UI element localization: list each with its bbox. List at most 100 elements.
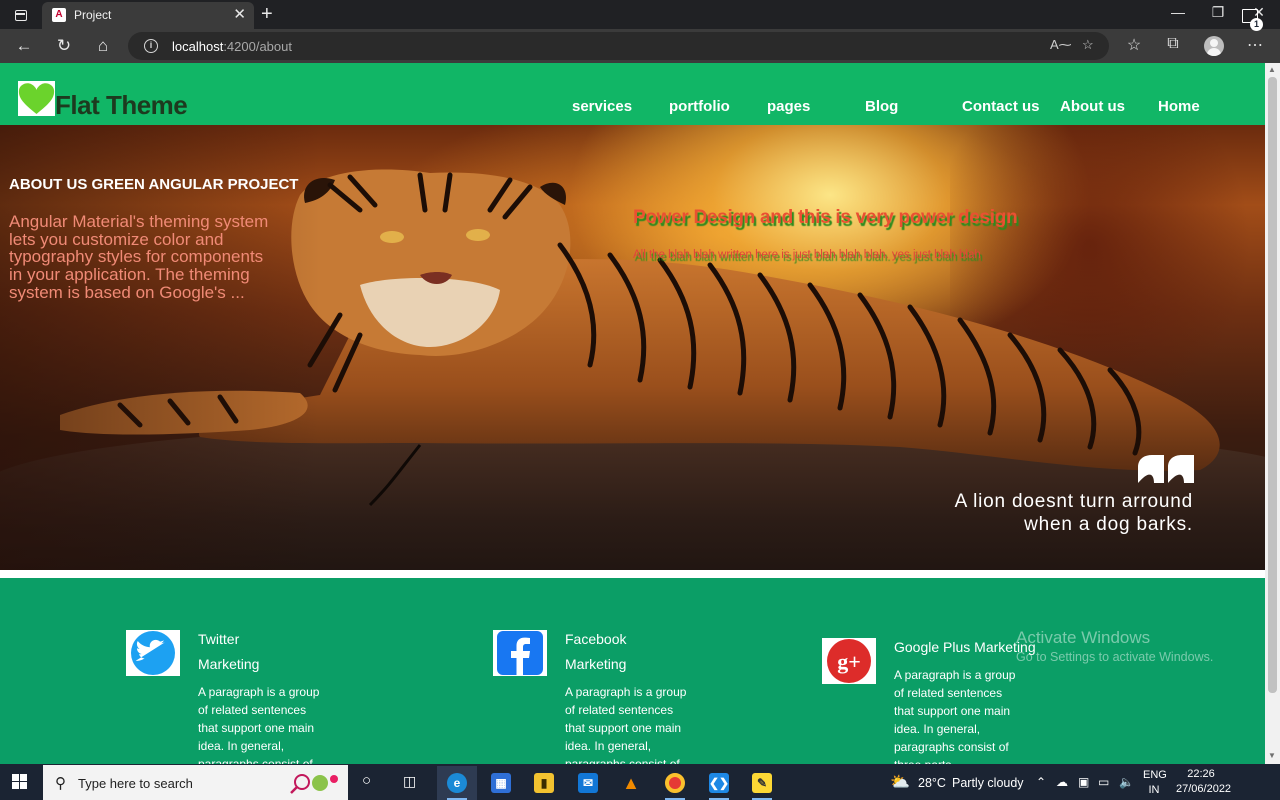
windows-taskbar: ⚲ Type here to search ○ ◫ e ▦ ▮ ✉ ▲ ❮❯ ✎… (0, 764, 1280, 800)
task-view-icon[interactable]: ◫ (403, 773, 416, 790)
taskbar-mail[interactable]: ✉ (568, 766, 608, 800)
taskbar-notes[interactable]: ✎ (742, 766, 782, 800)
nav-blog[interactable]: Blog (865, 98, 898, 115)
more-options-icon[interactable]: ⋯ (1243, 35, 1267, 55)
home-button[interactable]: ⌂ (90, 34, 116, 58)
twitter-bird-icon (131, 631, 175, 675)
activate-windows-title: Activate Windows (1016, 628, 1151, 647)
clock-date: 27/06/2022 (1176, 783, 1232, 795)
notification-badge: 1 (1250, 18, 1263, 31)
vlc-icon: ▲ (622, 773, 640, 793)
taskbar-vlc[interactable]: ▲ (611, 766, 651, 800)
nav-contact-us[interactable]: Contact us (962, 98, 1040, 115)
url-text[interactable]: localhost:4200/about (172, 39, 292, 54)
search-placeholder: Type here to search (78, 776, 193, 791)
back-button[interactable]: ← (11, 34, 37, 58)
chrome-icon (665, 773, 685, 793)
twitter-feature-title: Twitter Marketing (198, 627, 259, 677)
taskbar-explorer[interactable]: ▮ (524, 766, 564, 800)
nav-portfolio[interactable]: portfolio (669, 98, 730, 115)
sticky-notes-icon: ✎ (752, 773, 772, 793)
taskbar-edge[interactable]: e (437, 766, 477, 800)
feature-title-line: Facebook (565, 631, 627, 647)
vscode-icon: ❮❯ (709, 773, 729, 793)
weather-icon[interactable]: ⛅ (890, 772, 910, 792)
twitter-icon[interactable] (126, 630, 180, 676)
url-host: localhost (172, 39, 224, 54)
onedrive-icon[interactable]: ☁ (1056, 775, 1068, 789)
section-divider (0, 570, 1265, 578)
language-line-1: ENG (1143, 769, 1167, 781)
nav-pages[interactable]: pages (767, 98, 810, 115)
google-plus-icon[interactable]: g+ (822, 638, 876, 684)
scroll-up-arrow-icon[interactable]: ▲ (1268, 65, 1276, 74)
edge-icon: e (447, 773, 467, 793)
search-icon: ⚲ (55, 775, 66, 792)
network-icon[interactable]: ▭ (1098, 775, 1109, 789)
taskbar-search[interactable]: ⚲ Type here to search (43, 765, 348, 800)
angular-favicon-icon: A (52, 8, 66, 22)
start-button[interactable] (12, 774, 28, 790)
restore-button[interactable]: ❐ (1198, 4, 1238, 21)
site-header: Flat Theme services portfolio pages Blog… (0, 63, 1265, 125)
folder-icon: ▮ (534, 773, 554, 793)
feature-title-line: Twitter (198, 631, 240, 647)
logo[interactable] (18, 81, 55, 116)
weather-text[interactable]: Partly cloudy (952, 776, 1024, 790)
url-path: :4200/about (223, 39, 292, 54)
site-info-icon[interactable]: i (144, 39, 158, 53)
scroll-down-arrow-icon[interactable]: ▼ (1268, 751, 1276, 760)
add-favorite-icon[interactable]: ☆ (1082, 37, 1094, 53)
hero-banner: ABOUT US GREEN ANGULAR PROJECT Angular M… (0, 125, 1265, 570)
browser-tab-active[interactable]: A Project ✕ (42, 2, 254, 29)
tab-actions-button[interactable] (8, 4, 34, 26)
minimize-button[interactable]: — (1158, 4, 1198, 20)
profile-avatar[interactable] (1204, 36, 1224, 56)
language-indicator[interactable]: ENG IN (1143, 768, 1167, 798)
weather-temp[interactable]: 28°C (918, 776, 946, 790)
new-tab-button[interactable]: + (261, 3, 273, 25)
tab-title: Project (74, 8, 112, 22)
facebook-feature-text: A paragraph is a group of related senten… (565, 685, 687, 764)
feature-title-line: Google Plus Marketing (894, 639, 1036, 655)
google-plus-logo-icon: g+ (827, 639, 871, 683)
hero-title: ABOUT US GREEN ANGULAR PROJECT (9, 176, 299, 193)
feature-title-line: Marketing (198, 656, 260, 672)
show-hidden-icons-icon[interactable]: ⌃ (1036, 775, 1046, 789)
hero-quote: A lion doesnt turn arround when a dog ba… (793, 490, 1193, 536)
quote-line-1: A lion doesnt turn arround (954, 491, 1193, 512)
browser-tab-strip: A Project ✕ + — ❐ ✕ (0, 0, 1280, 29)
taskbar-store[interactable]: ▦ (481, 766, 521, 800)
tab-close-icon[interactable]: ✕ (233, 6, 246, 24)
store-icon: ▦ (491, 773, 511, 793)
logo-text[interactable]: Flat Theme (55, 90, 188, 121)
volume-icon[interactable]: 🔈 (1119, 775, 1134, 789)
power-design-text: All the blah blah written here is just b… (633, 249, 981, 261)
read-aloud-icon[interactable]: A⁓ (1050, 37, 1072, 53)
favorites-icon[interactable]: ☆ (1122, 35, 1146, 55)
nav-services[interactable]: services (572, 98, 632, 115)
google-plus-feature-title: Google Plus Marketing (894, 635, 1036, 660)
refresh-button[interactable]: ↻ (51, 34, 77, 58)
cortana-icon[interactable]: ○ (362, 772, 371, 789)
nav-home[interactable]: Home (1158, 98, 1200, 115)
address-bar[interactable]: i localhost:4200/about A⁓ ☆ (128, 32, 1109, 60)
twitter-feature-text: A paragraph is a group of related senten… (198, 685, 320, 764)
taskbar-vscode[interactable]: ❮❯ (699, 766, 739, 800)
meet-now-icon[interactable]: ▣ (1078, 775, 1089, 789)
scrollbar-thumb[interactable] (1268, 77, 1277, 693)
feature-title-line: Marketing (565, 656, 627, 672)
facebook-feature-title: Facebook Marketing (565, 627, 626, 677)
nav-about-us[interactable]: About us (1060, 98, 1125, 115)
browser-toolbar: ← ↻ ⌂ i localhost:4200/about A⁓ ☆ ☆ ⧉ ⋯ (0, 29, 1280, 63)
page-scrollbar[interactable]: ▲ ▼ (1265, 63, 1280, 764)
clock-time: 22:26 (1187, 768, 1215, 780)
taskbar-chrome[interactable] (655, 766, 695, 800)
facebook-icon[interactable] (493, 630, 547, 676)
facebook-f-icon (497, 631, 543, 675)
system-clock[interactable]: 22:26 27/06/2022 (1176, 767, 1232, 797)
collections-icon[interactable]: ⧉ (1161, 35, 1185, 53)
activate-windows-subtitle: Go to Settings to activate Windows. (1016, 650, 1214, 664)
hero-description: Angular Material's theming system lets y… (9, 212, 269, 302)
svg-text:g+: g+ (837, 649, 861, 674)
